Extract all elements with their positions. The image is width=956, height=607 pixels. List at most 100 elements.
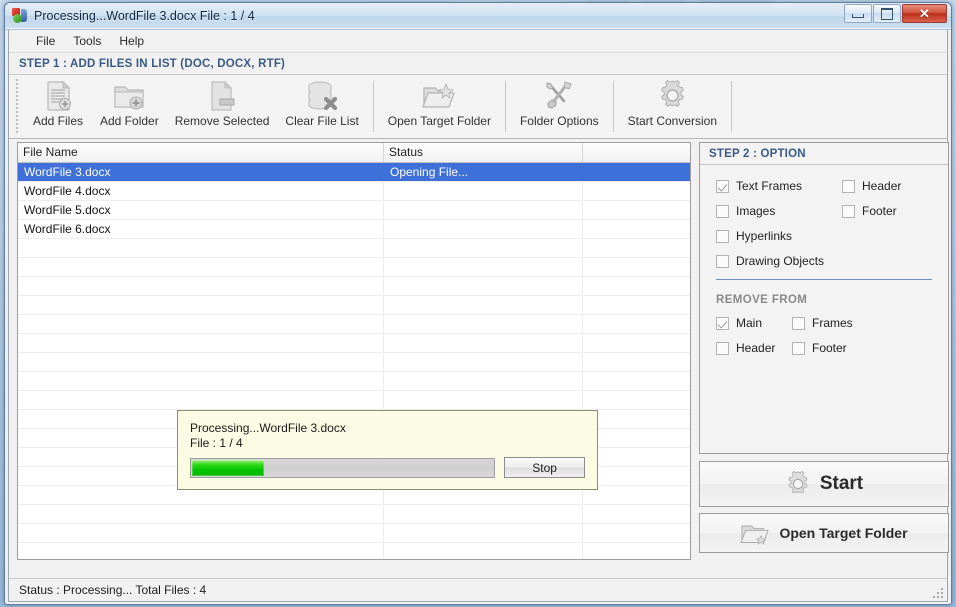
file-list-grid[interactable]: File Name Status WordFile 3.docx Opening … <box>17 142 691 560</box>
cell-empty <box>583 334 690 352</box>
open-target-folder-button-label: Open Target Folder <box>779 525 908 541</box>
table-row-empty[interactable] <box>18 543 690 559</box>
cell-empty <box>18 505 384 523</box>
checkbox-text-frames[interactable]: Text Frames <box>716 179 842 193</box>
stop-button[interactable]: Stop <box>504 457 585 478</box>
cell-status <box>384 220 583 238</box>
checkbox-header[interactable]: Header <box>842 179 942 193</box>
column-header-extra[interactable] <box>583 143 690 162</box>
remove-selected-button[interactable]: Remove Selected <box>167 75 278 138</box>
close-button[interactable]: ✕ <box>902 4 947 23</box>
cell-empty <box>18 543 384 559</box>
cell-file-name: WordFile 5.docx <box>18 201 384 219</box>
cell-status <box>384 182 583 200</box>
table-row-empty[interactable] <box>18 258 690 277</box>
gear-icon <box>785 471 811 497</box>
checkbox-remove-header[interactable]: Header <box>716 341 792 355</box>
cell-empty <box>18 334 384 352</box>
minimize-button[interactable] <box>844 4 872 23</box>
cell-empty <box>18 277 384 295</box>
cell-empty <box>384 353 583 371</box>
checkbox-remove-footer-box[interactable] <box>792 341 805 355</box>
cell-empty <box>384 296 583 314</box>
table-row[interactable]: WordFile 5.docx <box>18 201 690 220</box>
checkbox-hyperlinks[interactable]: Hyperlinks <box>716 229 842 243</box>
table-row-empty[interactable] <box>18 524 690 543</box>
menu-item-help[interactable]: Help <box>110 32 153 50</box>
cell-extra <box>583 182 690 200</box>
progress-dialog-controls: Stop <box>190 457 585 478</box>
checkbox-remove-main[interactable]: Main <box>716 316 792 330</box>
table-row[interactable]: WordFile 6.docx <box>18 220 690 239</box>
clear-file-list-label: Clear File List <box>285 114 359 128</box>
checkbox-drawing-objects[interactable]: Drawing Objects <box>716 254 842 268</box>
open-target-folder-button[interactable]: Open Target Folder <box>699 513 949 553</box>
resize-grip[interactable] <box>930 585 943 598</box>
cell-empty <box>583 543 690 559</box>
menu-item-tools[interactable]: Tools <box>64 32 110 50</box>
add-files-button[interactable]: Add Files <box>24 75 92 138</box>
checkbox-remove-header-box[interactable] <box>716 341 729 355</box>
folder-options-button[interactable]: Folder Options <box>512 75 607 138</box>
cell-empty <box>583 353 690 371</box>
maximize-button[interactable] <box>873 4 901 23</box>
checkbox-footer[interactable]: Footer <box>842 204 942 218</box>
status-bar: Status : Processing... Total Files : 4 <box>9 578 947 601</box>
cell-empty <box>384 505 583 523</box>
column-header-file-name[interactable]: File Name <box>18 143 384 162</box>
table-row-empty[interactable] <box>18 315 690 334</box>
file-list-body: WordFile 3.docx Opening File... WordFile 4… <box>18 163 690 559</box>
cell-empty <box>583 429 690 447</box>
checkbox-header-box[interactable] <box>842 179 855 193</box>
start-conversion-button[interactable]: Start Conversion <box>620 75 725 138</box>
progress-dialog-line1: Processing...WordFile 3.docx <box>190 421 346 435</box>
cell-empty <box>583 277 690 295</box>
toolbar-grip[interactable] <box>14 79 21 134</box>
table-row-empty[interactable] <box>18 372 690 391</box>
table-row-empty[interactable] <box>18 334 690 353</box>
table-row-empty[interactable] <box>18 353 690 372</box>
start-button[interactable]: Start <box>699 461 949 507</box>
checkbox-remove-footer[interactable]: Footer <box>792 341 882 355</box>
checkbox-hyperlinks-box[interactable] <box>716 229 729 243</box>
cell-empty <box>18 239 384 257</box>
checkbox-hyperlinks-label: Hyperlinks <box>736 229 793 243</box>
add-files-label: Add Files <box>32 114 84 128</box>
table-row-empty[interactable] <box>18 296 690 315</box>
checkbox-images[interactable]: Images <box>716 204 842 218</box>
checkbox-footer-box[interactable] <box>842 204 855 218</box>
clear-file-list-icon <box>304 79 340 112</box>
table-row-empty[interactable] <box>18 391 690 410</box>
table-row[interactable]: WordFile 4.docx <box>18 182 690 201</box>
table-row-empty[interactable] <box>18 277 690 296</box>
cell-empty <box>18 372 384 390</box>
checkbox-images-box[interactable] <box>716 204 729 218</box>
column-header-status[interactable]: Status <box>384 143 583 162</box>
cell-empty <box>583 391 690 409</box>
checkbox-text-frames-label: Text Frames <box>736 179 803 193</box>
cell-empty <box>583 505 690 523</box>
title-bar[interactable]: Processing...WordFile 3.docx File : 1 / … <box>5 3 951 30</box>
menu-item-file[interactable]: File <box>27 32 64 50</box>
cell-empty <box>583 486 690 504</box>
table-row-empty[interactable] <box>18 239 690 258</box>
checkbox-footer-label: Footer <box>862 204 897 218</box>
cell-extra <box>583 163 690 181</box>
checkbox-remove-frames[interactable]: Frames <box>792 316 882 330</box>
checkbox-remove-main-box[interactable] <box>716 316 729 330</box>
cell-file-name: WordFile 3.docx <box>18 163 384 181</box>
table-row[interactable]: WordFile 3.docx Opening File... <box>18 163 690 182</box>
file-list-header: File Name Status <box>18 143 690 163</box>
table-row-empty[interactable] <box>18 505 690 524</box>
option-divider <box>716 279 932 280</box>
add-folder-button[interactable]: Add Folder <box>92 75 167 138</box>
add-folder-icon <box>111 79 147 112</box>
cell-empty <box>384 315 583 333</box>
open-target-folder-toolbar-button[interactable]: Open Target Folder <box>380 75 499 138</box>
step1-header: STEP 1 : ADD FILES IN LIST (DOC, DOCX, R… <box>9 53 947 75</box>
checkbox-text-frames-box[interactable] <box>716 179 729 193</box>
add-files-icon <box>40 79 76 112</box>
checkbox-drawing-objects-box[interactable] <box>716 254 729 268</box>
checkbox-remove-frames-box[interactable] <box>792 316 805 330</box>
clear-file-list-button[interactable]: Clear File List <box>277 75 366 138</box>
